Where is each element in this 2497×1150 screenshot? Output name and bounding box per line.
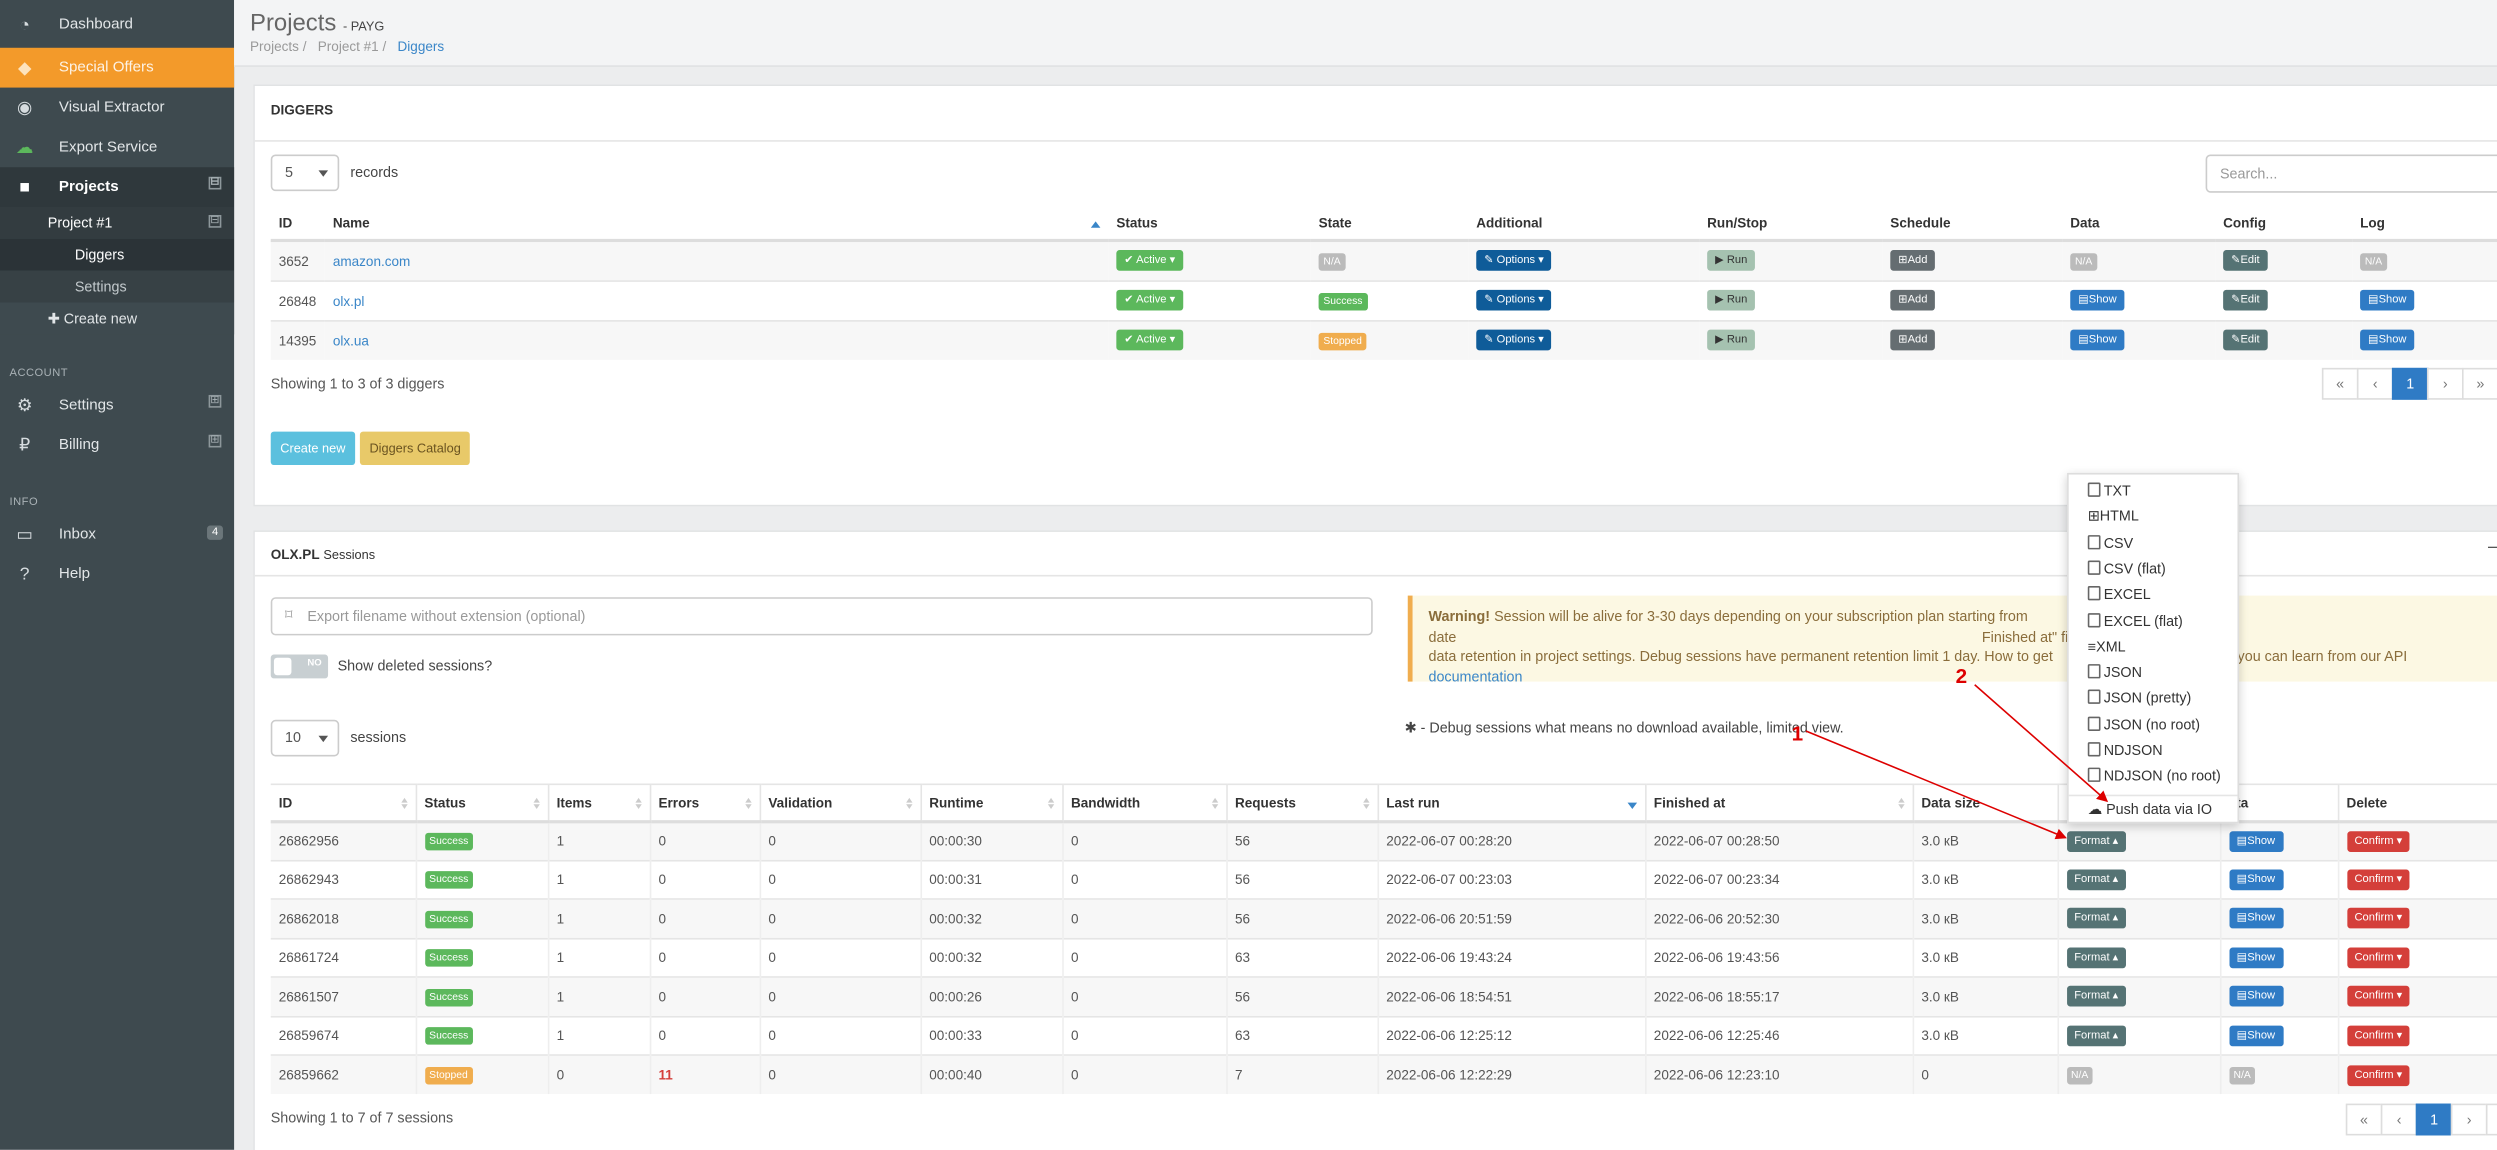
arrow-1 bbox=[1805, 730, 2067, 840]
annotation-arrows bbox=[1805, 684, 2109, 840]
annotation-1: 1 bbox=[1791, 721, 1804, 746]
annotation-2: 2 bbox=[1955, 664, 1968, 688]
arrow-2 bbox=[1974, 684, 2109, 803]
